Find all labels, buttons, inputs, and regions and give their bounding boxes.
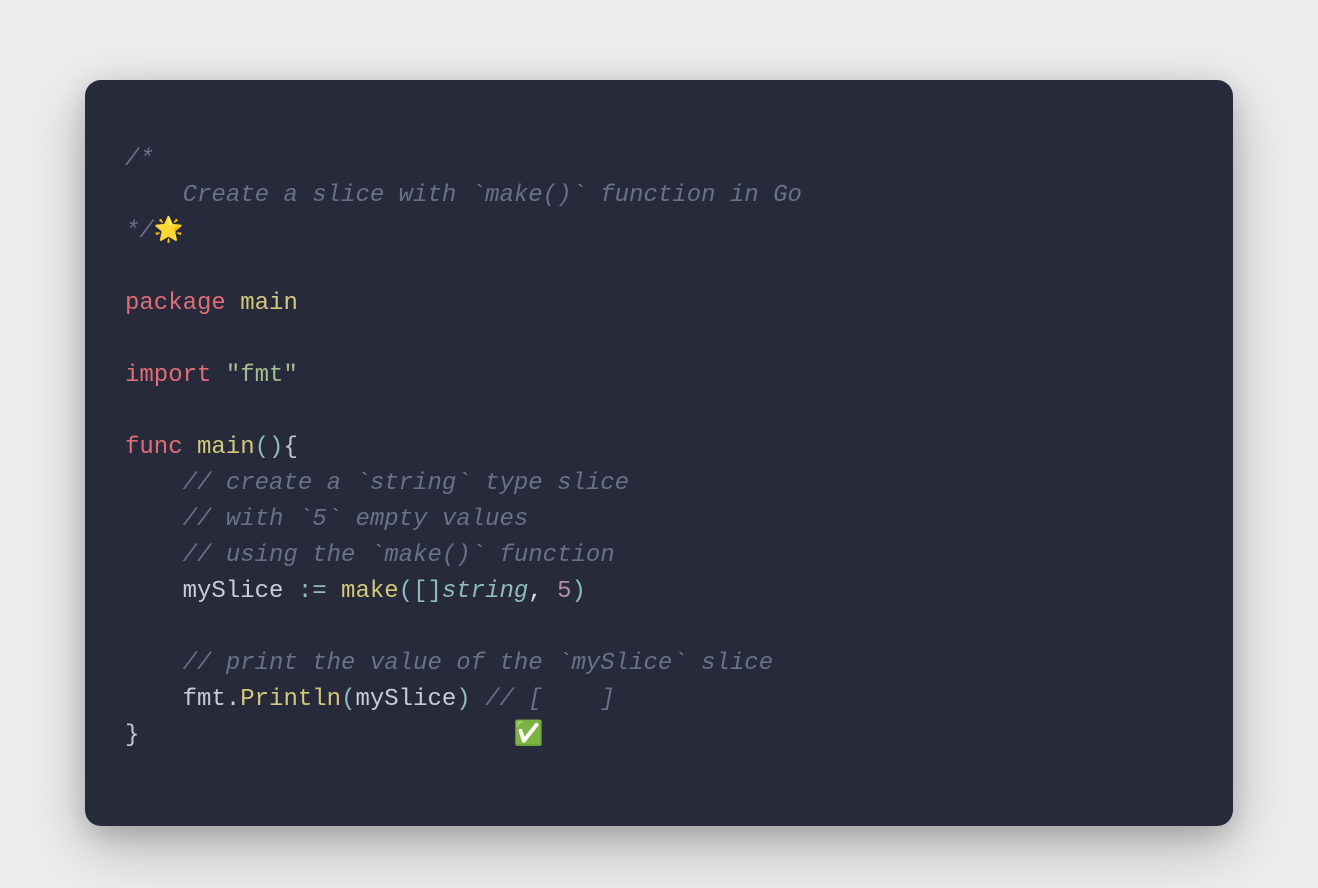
var-name: mySlice <box>183 578 284 605</box>
comment-line-1: Create a slice with `make()` function in… <box>125 182 802 209</box>
comment-3: // using the `make()` function <box>183 542 615 569</box>
code-content: /* Create a slice with `make()` function… <box>125 142 1193 754</box>
close-paren: ) <box>269 434 283 461</box>
indent <box>125 578 183 605</box>
indent <box>125 470 183 497</box>
comment-output: // [ ] <box>471 686 615 713</box>
make-func: make <box>341 578 399 605</box>
comment-block-close: */ <box>125 218 154 245</box>
fmt-ident: fmt <box>183 686 226 713</box>
comment-4: // print the value of the `mySlice` slic… <box>183 650 774 677</box>
slice-open: [ <box>413 578 427 605</box>
dot: . <box>226 686 240 713</box>
code-container: /* Create a slice with `make()` function… <box>85 80 1233 826</box>
sparkle-emoji: 🌟 <box>154 218 184 245</box>
slice-close: ] <box>427 578 441 605</box>
make-close: ) <box>572 578 586 605</box>
number-5: 5 <box>557 578 571 605</box>
check-spacing <box>139 722 513 749</box>
indent <box>125 650 183 677</box>
check-emoji: ✅ <box>514 722 544 749</box>
indent <box>125 542 183 569</box>
print-close: ) <box>456 686 470 713</box>
println-method: Println <box>240 686 341 713</box>
open-paren: ( <box>255 434 269 461</box>
indent <box>125 506 183 533</box>
func-name: main <box>183 434 255 461</box>
assign-op: := <box>283 578 341 605</box>
print-arg: mySlice <box>355 686 456 713</box>
comment-2: // with `5` empty values <box>183 506 529 533</box>
func-keyword: func <box>125 434 183 461</box>
close-brace: } <box>125 722 139 749</box>
print-open: ( <box>341 686 355 713</box>
import-value: "fmt" <box>211 362 297 389</box>
indent <box>125 686 183 713</box>
package-keyword: package <box>125 290 226 317</box>
comment-1: // create a `string` type slice <box>183 470 629 497</box>
comma: , <box>528 578 557 605</box>
type-string: string <box>442 578 528 605</box>
open-brace: { <box>283 434 297 461</box>
make-open: ( <box>399 578 413 605</box>
import-keyword: import <box>125 362 211 389</box>
package-name: main <box>226 290 298 317</box>
comment-block-open: /* <box>125 146 154 173</box>
